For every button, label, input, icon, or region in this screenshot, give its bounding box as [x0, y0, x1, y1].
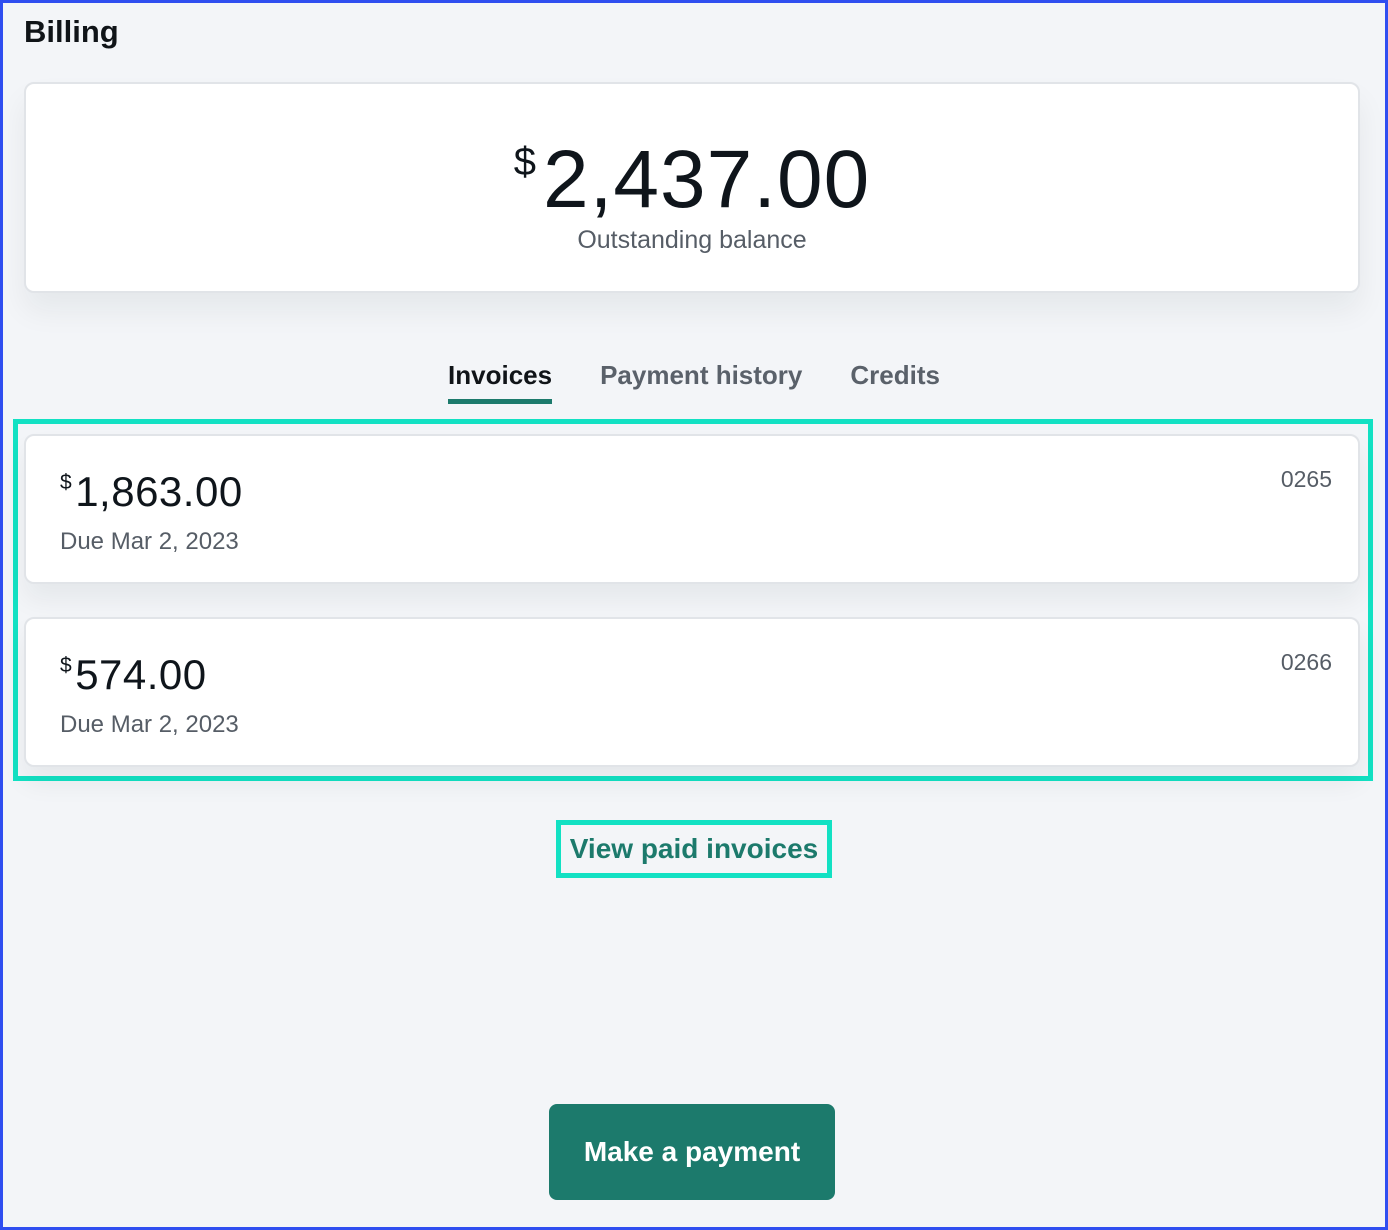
- balance-amount: $2,437.00: [26, 120, 1358, 222]
- invoice-currency-symbol: $: [60, 654, 73, 677]
- balance-currency-symbol: $: [513, 140, 538, 184]
- page-title: Billing: [24, 14, 119, 49]
- tab-payment-history[interactable]: Payment history: [600, 360, 802, 404]
- tab-invoices[interactable]: Invoices: [448, 360, 553, 404]
- balance-amount-value: 2,437.00: [543, 134, 871, 225]
- balance-card: $2,437.00 Outstanding balance: [24, 82, 1360, 293]
- invoice-amount: $1,863.00: [60, 468, 243, 516]
- invoice-due-date: Due Mar 2, 2023: [60, 528, 239, 555]
- invoice-card[interactable]: $1,863.00 Due Mar 2, 2023 0265: [24, 434, 1360, 584]
- make-payment-button[interactable]: Make a payment: [549, 1104, 835, 1200]
- invoice-card[interactable]: $574.00 Due Mar 2, 2023 0266: [24, 617, 1360, 767]
- balance-label: Outstanding balance: [577, 226, 807, 254]
- invoice-due-date: Due Mar 2, 2023: [60, 711, 239, 738]
- invoice-number: 0265: [1280, 466, 1332, 492]
- invoice-amount-value: 574.00: [75, 651, 207, 698]
- invoice-amount: $574.00: [60, 651, 207, 699]
- tab-credits[interactable]: Credits: [850, 360, 940, 404]
- view-paid-invoices-link[interactable]: View paid invoices: [556, 820, 832, 878]
- invoice-currency-symbol: $: [60, 471, 73, 494]
- billing-tabs: Invoices Payment history Credits: [0, 360, 1388, 404]
- invoice-amount-value: 1,863.00: [75, 468, 243, 515]
- invoice-number: 0266: [1280, 649, 1332, 675]
